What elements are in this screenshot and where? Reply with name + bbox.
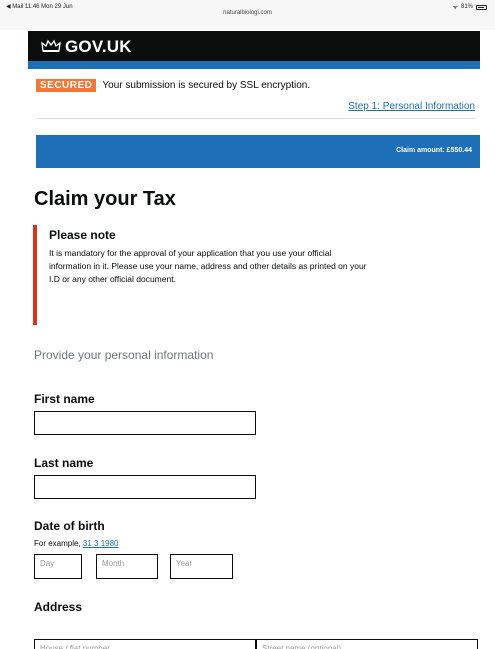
dob-example-link[interactable]: 31 3 1980 <box>83 539 119 548</box>
step-link[interactable]: Step 1: Personal Information <box>348 101 475 112</box>
wifi-icon: ᯤ <box>452 5 458 11</box>
page-title: Claim your Tax <box>34 188 176 210</box>
address-bar-url[interactable]: naturalbiologi.com <box>0 10 495 16</box>
section-intro: Provide your personal information <box>34 348 214 362</box>
dob-hint-prefix: For example, <box>34 539 83 548</box>
claim-banner: Claim amount: £550.44 <box>36 135 480 168</box>
last-name-input[interactable] <box>34 475 256 499</box>
first-name-input[interactable] <box>34 411 256 435</box>
note-title: Please note <box>49 228 116 242</box>
street-name-input[interactable]: Street name (optional) <box>256 639 478 649</box>
claim-amount: Claim amount: £550.44 <box>396 147 472 154</box>
divider <box>36 118 476 119</box>
dob-year-input[interactable]: Year <box>170 554 233 579</box>
security-message: Your submission is secured by SSL encryp… <box>102 80 311 91</box>
battery-icon <box>476 4 487 10</box>
last-name-label: Last name <box>34 456 94 470</box>
battery-percent: 81% <box>460 4 473 10</box>
device-status-bar: ◀ Mail 11:46 Mon 29 Jun naturalbiologi.c… <box>0 0 495 30</box>
house-number-input[interactable]: House / flat number <box>34 639 256 649</box>
header-accent-strip <box>28 61 480 69</box>
dob-month-input[interactable]: Month <box>96 554 158 579</box>
dob-day-input[interactable]: Day <box>34 554 82 579</box>
dob-label: Date of birth <box>34 519 105 533</box>
gov-brand-link[interactable]: GOV.UK <box>65 37 132 57</box>
dob-hint: For example, 31 3 1980 <box>34 539 119 548</box>
status-time: ◀ Mail 11:46 Mon 29 Jun <box>6 4 73 10</box>
please-note-callout: Please note It is mandatory for the appr… <box>33 225 373 325</box>
address-label: Address <box>34 600 83 614</box>
first-name-label: First name <box>34 392 95 406</box>
crown-icon <box>41 39 61 52</box>
note-body: It is mandatory for the approval of your… <box>49 248 367 284</box>
security-notice: SECURED Your submission is secured by SS… <box>36 79 310 92</box>
gov-header: GOV.UK <box>28 31 480 61</box>
secured-badge: SECURED <box>36 79 97 92</box>
status-battery: ᯤ 81% <box>452 3 487 11</box>
